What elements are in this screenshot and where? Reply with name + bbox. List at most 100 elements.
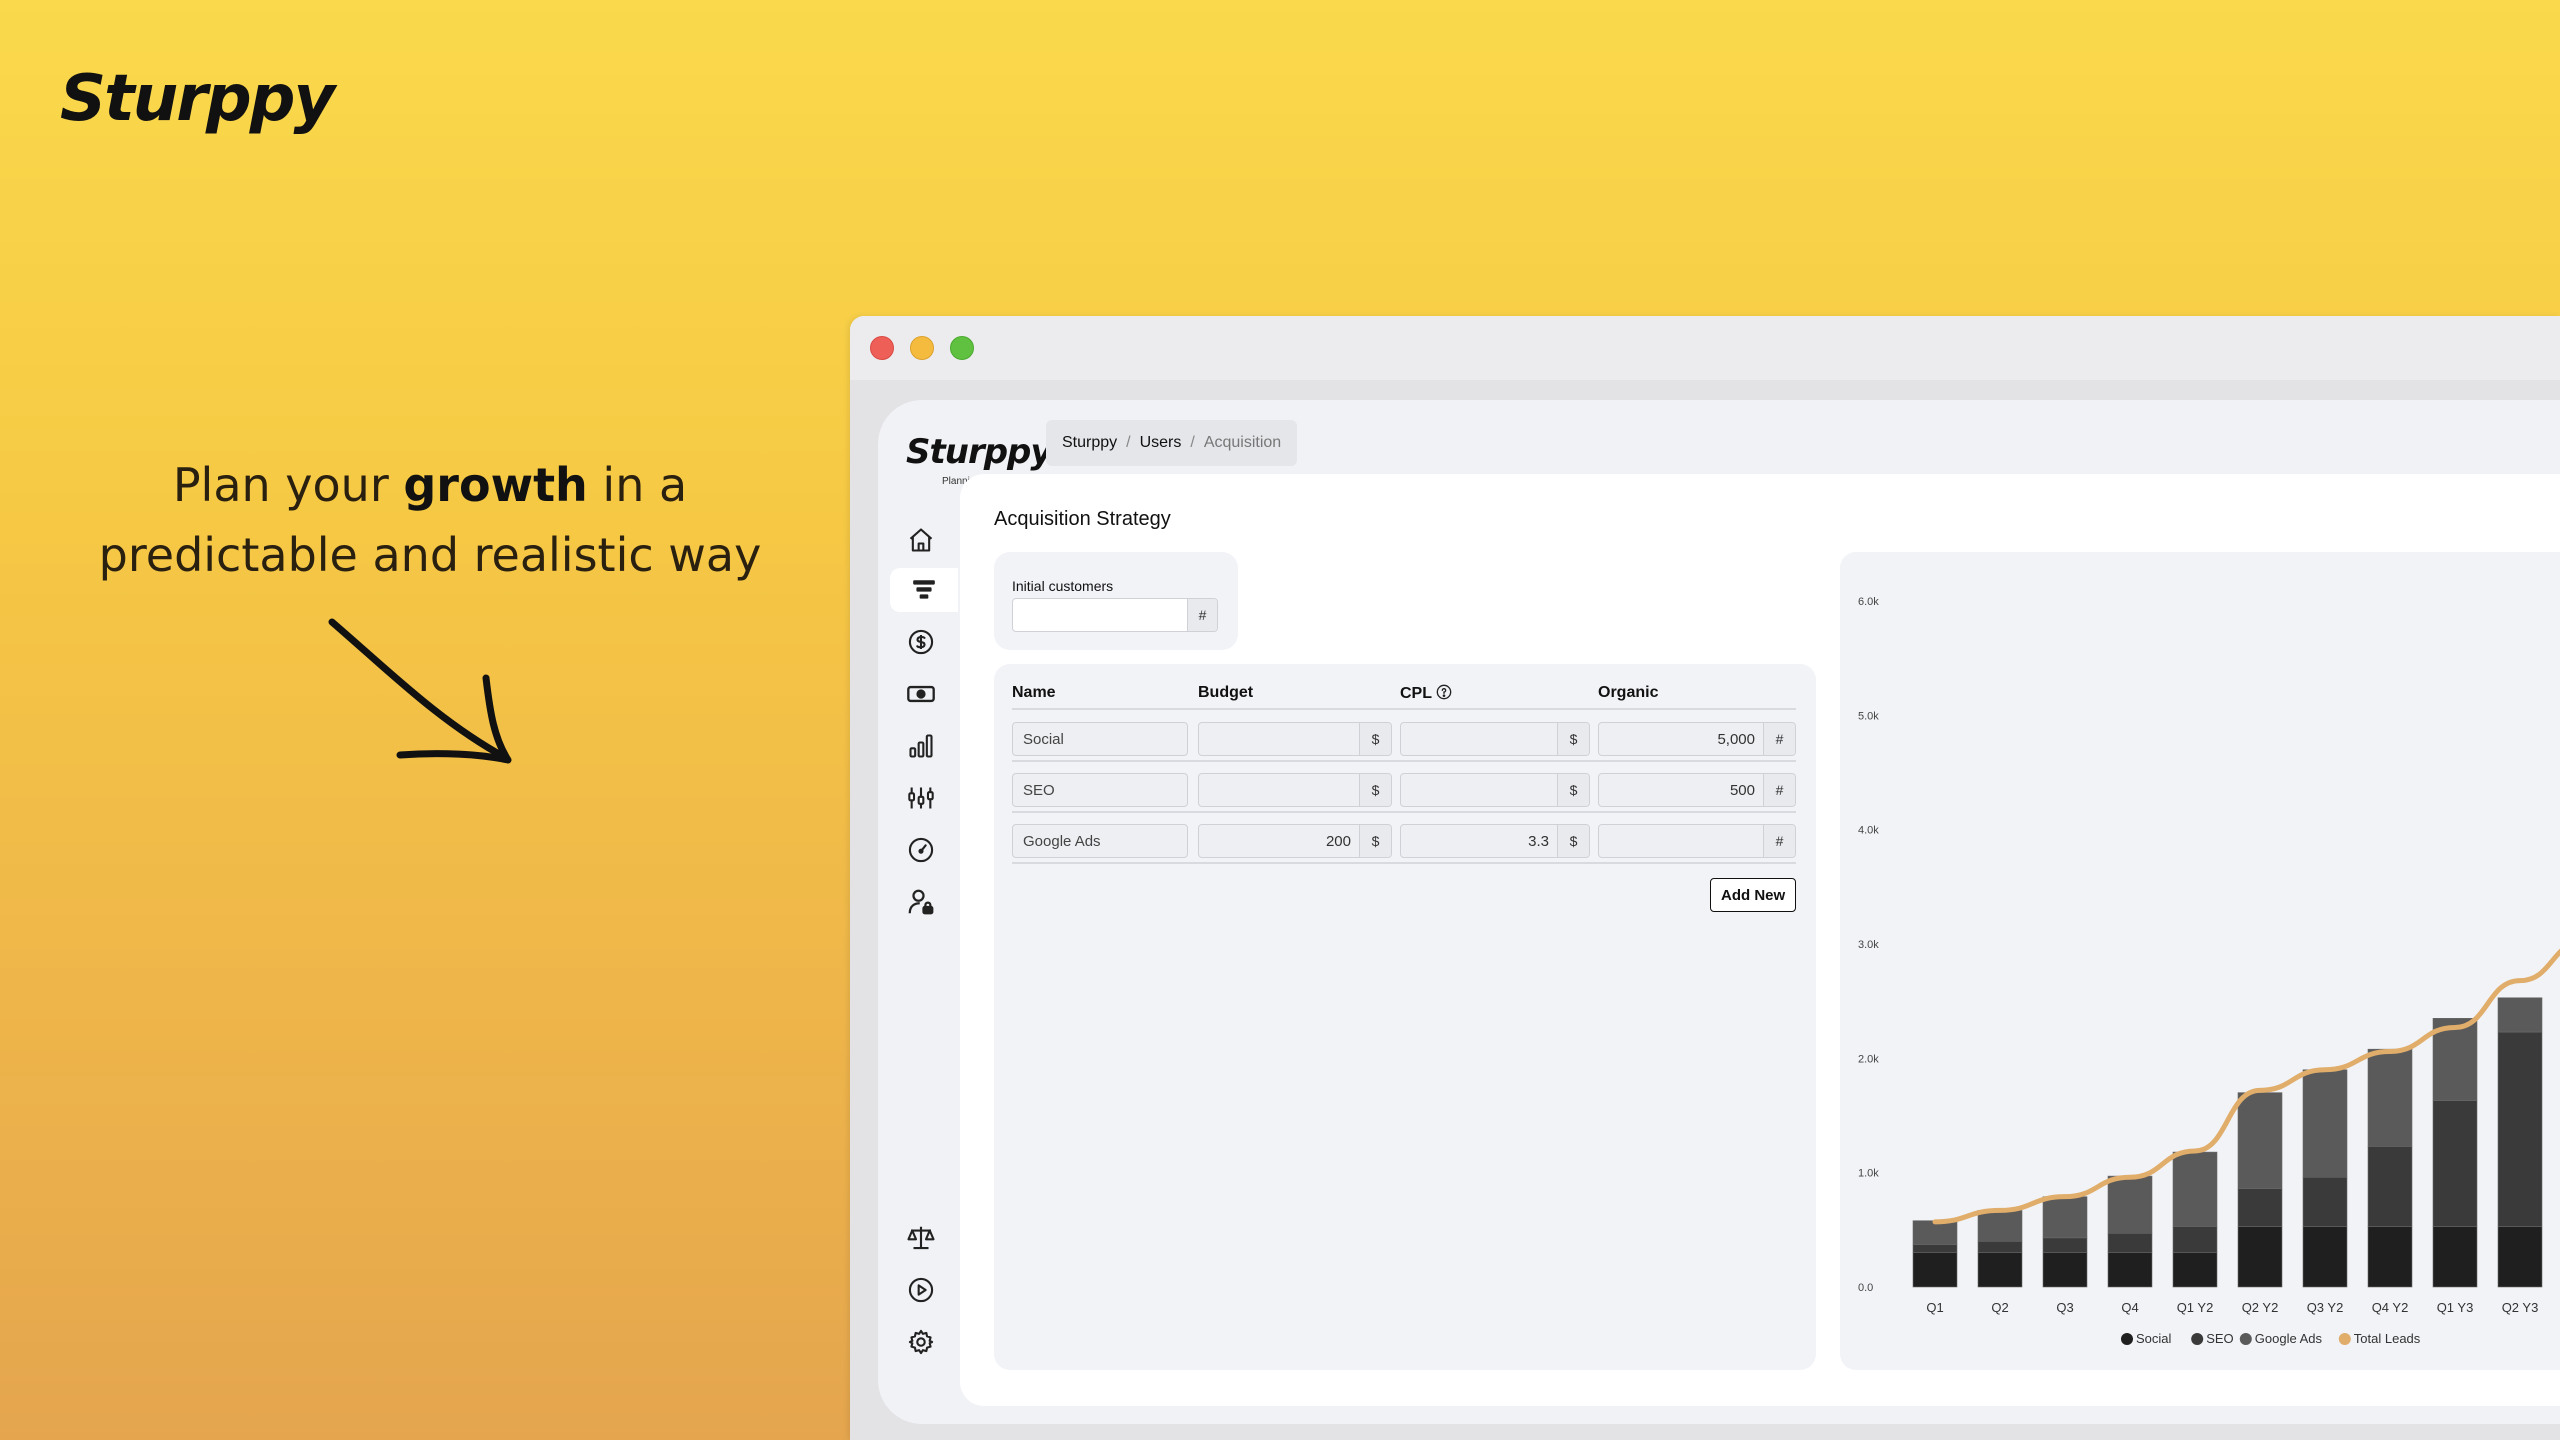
bar-segment-google-ads — [2302, 1069, 2348, 1178]
cpl-field[interactable]: $ — [1400, 722, 1590, 756]
tagline-text: Plan your — [172, 458, 404, 512]
x-tick-label: Q3 Y2 — [2307, 1300, 2344, 1315]
breadcrumb-item[interactable]: Users — [1140, 434, 1182, 452]
nav-assumptions[interactable] — [890, 776, 952, 820]
unit-label: $ — [1557, 723, 1589, 755]
scale-icon — [907, 1226, 935, 1250]
nav-home[interactable] — [890, 518, 952, 562]
unit-label: # — [1187, 599, 1217, 631]
cpl-value: 3.3 — [1528, 832, 1549, 850]
organic-value: 500 — [1729, 781, 1755, 799]
unit-label: # — [1763, 774, 1795, 806]
home-icon — [909, 528, 933, 552]
bar-segment-seo — [2172, 1226, 2218, 1253]
bar-segment-social — [2172, 1252, 2218, 1288]
bar-segment-google-ads — [2497, 997, 2543, 1033]
channel-name-input[interactable]: Google Ads — [1012, 824, 1188, 858]
budget-field[interactable]: $ — [1198, 773, 1392, 807]
gauge-icon — [908, 837, 934, 863]
channel-name-input[interactable]: Social — [1012, 722, 1188, 756]
unit-label: $ — [1359, 825, 1391, 857]
add-new-button[interactable]: Add New — [1710, 878, 1797, 912]
bar-segment-google-ads — [1977, 1210, 2023, 1242]
initial-customers-input[interactable] — [1013, 599, 1187, 631]
bar-segment-social — [2497, 1226, 2543, 1288]
minimize-window-button[interactable] — [910, 336, 934, 360]
bar-chart-icon — [909, 734, 933, 758]
bar-segment-social — [2302, 1226, 2348, 1288]
nav-performance[interactable] — [890, 828, 952, 872]
legend-label: SEO — [2206, 1331, 2233, 1346]
bar-segment-social — [2042, 1252, 2088, 1288]
cpl-field[interactable]: 3.3 $ — [1400, 824, 1590, 858]
bar-segment-seo — [2367, 1146, 2413, 1227]
nav-settings[interactable] — [890, 1320, 952, 1364]
app-logo-text: Sturppy — [906, 432, 1053, 472]
page-title: Acquisition Strategy — [994, 508, 1171, 530]
bar-segment-google-ads — [2367, 1048, 2413, 1147]
table-row: Google Ads 200 $ 3.3 $ # — [1012, 816, 1796, 864]
budget-field[interactable]: $ — [1198, 722, 1392, 756]
bar-segment-seo — [2497, 1031, 2543, 1227]
nav-balance[interactable] — [890, 1216, 952, 1260]
y-tick-label: 6.0k — [1858, 596, 1879, 608]
unit-label: $ — [1557, 774, 1589, 806]
unit-label: $ — [1557, 825, 1589, 857]
maximize-window-button[interactable] — [950, 336, 974, 360]
nav-tutorial[interactable] — [890, 1268, 952, 1312]
breadcrumb-separator: / — [1190, 434, 1195, 451]
bar-segment-google-ads — [2172, 1151, 2218, 1227]
main-content: Acquisition Strategy Initial customers #… — [960, 474, 2560, 1406]
close-window-button[interactable] — [870, 336, 894, 360]
leads-chart: 0.0 1.0k 2.0k 3.0k 4.0k 5.0k 6.0k Q1 Q2 Q3 Q4 Q1 Y2… — [1858, 596, 2560, 1346]
brand-logo: Sturppy — [60, 62, 335, 136]
breadcrumb: Sturppy / Users / Acquisition — [1046, 420, 1298, 466]
cpl-value — [1401, 723, 1557, 755]
column-header-organic: Organic — [1598, 684, 1659, 701]
x-tick-label: Q3 — [2056, 1300, 2073, 1315]
initial-customers-card: Initial customers # — [994, 552, 1238, 650]
tagline-text: in a — [587, 458, 688, 512]
bar-segment-seo — [1977, 1240, 2023, 1253]
bar-segment-google-ads — [2237, 1092, 2283, 1189]
legend-swatch — [2338, 1333, 2351, 1345]
column-header-name: Name — [1012, 684, 1056, 701]
legend-label: Total Leads — [2354, 1331, 2421, 1346]
breadcrumb-item[interactable]: Sturppy — [1062, 434, 1117, 452]
y-tick-label: 0.0 — [1858, 1282, 1873, 1294]
initial-customers-field: # — [1012, 598, 1218, 632]
window-titlebar — [850, 316, 2560, 380]
column-header-cpl-label: CPL — [1400, 685, 1432, 702]
x-tick-label: Q4 — [2121, 1300, 2138, 1315]
nav-expenses[interactable] — [890, 672, 952, 716]
organic-field[interactable]: 500 # — [1598, 773, 1796, 807]
x-tick-label: Q2 Y3 — [2502, 1300, 2539, 1315]
cpl-field[interactable]: $ — [1400, 773, 1590, 807]
bar-segment-seo — [2302, 1176, 2348, 1227]
bar-segment-google-ads — [2107, 1175, 2153, 1234]
legend-label: Google Ads — [2255, 1331, 2323, 1346]
bar-segment-social — [1912, 1252, 1958, 1288]
unit-label: # — [1763, 825, 1795, 857]
nav-acquisition[interactable] — [890, 568, 958, 612]
tagline-emphasis: growth — [403, 458, 588, 512]
x-tick-label: Q2 Y2 — [2242, 1300, 2279, 1315]
organic-field[interactable]: # — [1598, 824, 1796, 858]
legend-swatch — [2191, 1333, 2204, 1345]
help-icon[interactable] — [1436, 684, 1452, 700]
nav-team[interactable] — [890, 880, 952, 924]
nav-revenue[interactable] — [890, 620, 952, 664]
channels-table-card: Name Budget CPL Organic Social $ $ 5,000… — [994, 664, 1816, 1370]
channel-name-input[interactable]: SEO — [1012, 773, 1188, 807]
x-tick-label: Q1 Y3 — [2437, 1300, 2474, 1315]
app-logo[interactable]: Sturppy Planning — [906, 432, 1053, 487]
banknote-icon — [907, 685, 935, 703]
sliders-icon — [908, 787, 934, 809]
bar-segment-social — [2107, 1252, 2153, 1288]
organic-field[interactable]: 5,000 # — [1598, 722, 1796, 756]
bar-segment-seo — [2432, 1100, 2478, 1227]
nav-metrics[interactable] — [890, 724, 952, 768]
budget-field[interactable]: 200 $ — [1198, 824, 1392, 858]
organic-value: 5,000 — [1717, 730, 1755, 748]
leads-chart-card: 0.0 1.0k 2.0k 3.0k 4.0k 5.0k 6.0k Q1 Q2 Q3 Q4 Q1 Y2… — [1840, 552, 2560, 1370]
